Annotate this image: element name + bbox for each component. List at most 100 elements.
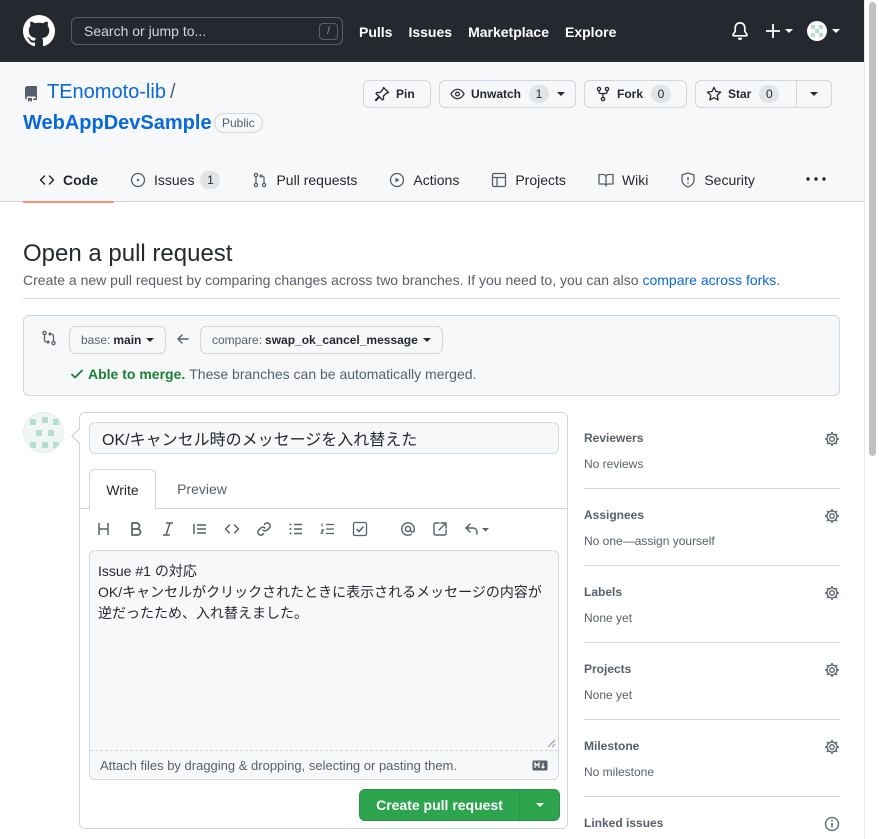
user-avatar-menu[interactable] xyxy=(807,21,841,41)
gear-icon[interactable] xyxy=(824,585,840,601)
tab-actions-label: Actions xyxy=(413,172,460,188)
base-branch-name: main xyxy=(113,333,142,347)
pin-button[interactable]: Pin xyxy=(363,80,431,108)
sidebar-labels-title: Labels xyxy=(584,585,623,599)
chevron-down-icon xyxy=(536,803,544,807)
arrow-left-icon xyxy=(177,334,189,344)
quote-icon[interactable] xyxy=(192,521,208,537)
search-input[interactable] xyxy=(72,18,342,44)
merge-status: Able to merge. These branches can be aut… xyxy=(70,366,476,382)
nav-pulls[interactable]: Pulls xyxy=(359,22,392,42)
gear-icon[interactable] xyxy=(824,508,840,524)
create-new-icon[interactable] xyxy=(765,22,795,40)
global-header: / Pulls Issues Marketplace Explore xyxy=(0,0,864,62)
gear-icon[interactable] xyxy=(824,431,840,447)
watchers-counter: 1 xyxy=(529,85,549,103)
create-options-dropdown[interactable] xyxy=(520,790,560,820)
search-box[interactable]: / xyxy=(71,17,343,45)
tab-preview[interactable]: Preview xyxy=(162,469,242,509)
resize-grip-icon[interactable] xyxy=(547,739,556,748)
tab-projects[interactable]: Projects xyxy=(475,158,582,202)
heading-icon[interactable] xyxy=(96,521,112,537)
gear-icon[interactable] xyxy=(824,662,840,678)
repo-forked-icon xyxy=(596,86,610,102)
table-icon xyxy=(492,172,507,188)
kebab-horizontal-icon[interactable] xyxy=(805,171,827,187)
pr-body-textarea[interactable]: Issue #1 の対応 OK/キャンセルがクリックされたときに表示されるメッセ… xyxy=(89,550,559,780)
stars-counter: 0 xyxy=(759,85,780,103)
star-label: Star xyxy=(728,87,752,101)
avatar xyxy=(23,412,64,453)
merge-ok-label: Able to merge. xyxy=(88,366,186,382)
tab-code[interactable]: Code xyxy=(23,158,114,203)
code-icon[interactable] xyxy=(224,521,240,537)
pr-title-input[interactable] xyxy=(89,422,559,454)
markdown-icon[interactable] xyxy=(532,760,548,771)
sidebar-projects: Projects None yet xyxy=(584,662,840,720)
compare-branch-select[interactable]: compare: swap_ok_cancel_message xyxy=(200,326,443,354)
unwatch-button[interactable]: Unwatch 1 xyxy=(439,80,576,108)
tab-security[interactable]: Security xyxy=(664,158,771,202)
book-icon xyxy=(598,173,614,187)
tab-write[interactable]: Write xyxy=(89,469,156,510)
page-scrollbar[interactable] xyxy=(864,0,879,839)
repo-owner-link[interactable]: TEnomoto-lib xyxy=(47,81,166,104)
tab-issues[interactable]: Issues 1 xyxy=(114,158,236,202)
file-attachment-bar[interactable]: Attach files by dragging & dropping, sel… xyxy=(90,750,558,779)
branch-compare-box: base: main compare: swap_ok_cancel_messa… xyxy=(23,315,840,396)
bell-icon[interactable] xyxy=(731,22,749,40)
page-subtitle-text: Create a new pull request by comparing c… xyxy=(23,272,643,288)
gear-icon[interactable] xyxy=(824,739,840,755)
sidebar-assignees-title: Assignees xyxy=(584,508,645,522)
fork-label: Fork xyxy=(617,87,644,101)
repo-name-link[interactable]: WebAppDevSample xyxy=(23,112,212,135)
star-icon xyxy=(706,86,722,101)
tab-wiki[interactable]: Wiki xyxy=(582,158,664,202)
tab-pull-requests-label: Pull requests xyxy=(276,172,358,188)
star-button[interactable]: Star 0 xyxy=(695,80,797,108)
eye-icon xyxy=(450,88,465,100)
page-title: Open a pull request xyxy=(23,240,233,267)
chevron-down-icon xyxy=(146,338,155,342)
tab-actions[interactable]: Actions xyxy=(373,158,475,202)
base-branch-select[interactable]: base: main xyxy=(69,326,167,354)
star-list-dropdown[interactable] xyxy=(796,80,832,108)
visibility-badge: Public xyxy=(214,113,263,133)
sidebar-reviewers-value: No reviews xyxy=(584,457,644,471)
cross-reference-icon[interactable] xyxy=(432,521,448,537)
fork-button[interactable]: Fork 0 xyxy=(584,80,687,108)
nav-explore[interactable]: Explore xyxy=(565,22,616,42)
create-pull-request-button[interactable]: Create pull request xyxy=(359,789,560,821)
list-unordered-icon[interactable] xyxy=(288,521,304,537)
compare-branch-name: swap_ok_cancel_message xyxy=(265,333,418,347)
sidebar-assignees: Assignees No one—assign yourself xyxy=(584,508,840,566)
info-icon[interactable] xyxy=(824,816,840,832)
sidebar-milestone-title: Milestone xyxy=(584,739,640,753)
pr-body-text[interactable]: Issue #1 の対応 OK/キャンセルがクリックされたときに表示されるメッセ… xyxy=(90,551,558,750)
slash-shortcut-key: / xyxy=(319,23,338,40)
compare-across-forks-link[interactable]: compare across forks xyxy=(642,272,776,288)
sidebar-assignees-value[interactable]: No one—assign yourself xyxy=(584,534,715,548)
mention-icon[interactable] xyxy=(400,521,416,537)
italic-icon[interactable] xyxy=(160,521,176,537)
issues-counter: 1 xyxy=(200,171,221,189)
link-icon[interactable] xyxy=(256,521,272,537)
tab-pull-requests[interactable]: Pull requests xyxy=(236,158,373,202)
issue-opened-icon xyxy=(130,172,146,188)
github-logo-icon[interactable] xyxy=(23,15,55,47)
sidebar-linked-issues: Linked issues xyxy=(584,816,840,839)
nav-issues[interactable]: Issues xyxy=(408,22,452,42)
repo-icon xyxy=(24,86,37,102)
bold-icon[interactable] xyxy=(128,521,144,537)
sidebar-labels-value: None yet xyxy=(584,611,633,625)
tasklist-icon[interactable] xyxy=(352,521,368,537)
reply-icon[interactable] xyxy=(464,521,490,537)
base-prefix: base: xyxy=(81,333,111,347)
tab-issues-label: Issues xyxy=(154,172,195,188)
nav-marketplace[interactable]: Marketplace xyxy=(468,22,549,42)
list-ordered-icon[interactable] xyxy=(320,521,336,537)
sidebar-linked-issues-title: Linked issues xyxy=(584,816,664,830)
scrollbar-thumb[interactable] xyxy=(869,2,876,456)
tab-projects-label: Projects xyxy=(515,172,566,188)
pull-request-editor: Write Preview Issue #1 の対応 OK/キャンセルがクリック… xyxy=(71,412,568,829)
